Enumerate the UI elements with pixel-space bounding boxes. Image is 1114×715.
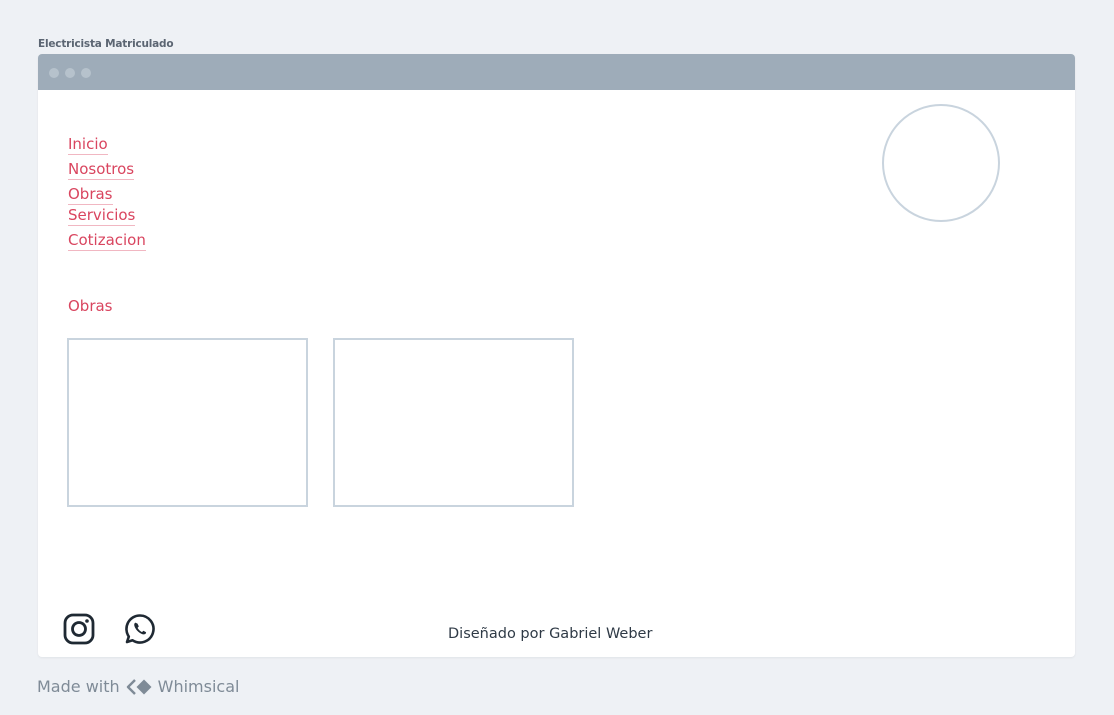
nav-link-cotizacion[interactable]: Cotizacion (68, 231, 146, 251)
canvas: Electricista Matriculado Inicio Nosotros… (0, 0, 1114, 715)
whimsical-logo-icon (126, 679, 152, 695)
logo-placeholder (882, 104, 1000, 222)
frame-title: Electricista Matriculado (38, 38, 174, 50)
section-title: Obras (68, 297, 113, 315)
browser-titlebar (38, 54, 1075, 90)
watermark-brand: Whimsical (157, 677, 240, 696)
whatsapp-icon[interactable] (123, 612, 157, 646)
nav-link-inicio[interactable]: Inicio (68, 135, 108, 155)
footer-credit: Diseñado por Gabriel Weber (448, 626, 653, 642)
browser-window: Inicio Nosotros Obras Servicios Cotizaci… (38, 54, 1075, 657)
made-with-watermark[interactable]: Made with Whimsical (37, 677, 239, 697)
watermark-prefix: Made with (37, 677, 120, 696)
nav-link-nosotros[interactable]: Nosotros (68, 160, 135, 180)
nav-link-servicios[interactable]: Servicios (68, 206, 136, 226)
window-dot-minimize (65, 68, 75, 78)
image-placeholder (67, 338, 308, 507)
image-placeholder (333, 338, 574, 507)
nav-link-obras[interactable]: Obras (68, 185, 113, 205)
instagram-icon[interactable] (62, 612, 96, 646)
window-dot-maximize (81, 68, 91, 78)
window-dot-close (49, 68, 59, 78)
